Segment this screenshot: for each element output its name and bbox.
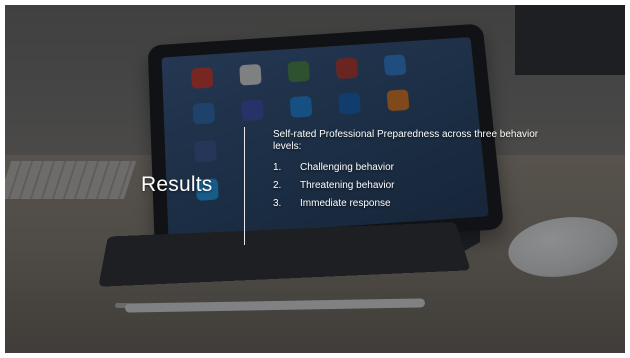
behavior-list: 1. Challenging behavior 2. Threatening b…	[273, 162, 563, 210]
list-item-label: Threatening behavior	[300, 180, 395, 191]
list-item-number: 2.	[273, 180, 282, 191]
list-item-label: Challenging behavior	[300, 162, 394, 173]
list-item-number: 1.	[273, 162, 282, 173]
list-item-number: 3.	[273, 198, 282, 209]
slide-title: Results	[141, 173, 213, 196]
title-divider	[244, 127, 245, 245]
intro-text: Self-rated Professional Preparedness acr…	[273, 129, 539, 152]
presentation-slide: Results Self-rated Professional Prepared…	[5, 5, 625, 353]
list-item: 3. Immediate response	[273, 198, 563, 210]
slide-content: Self-rated Professional Preparedness acr…	[273, 129, 563, 216]
list-item-label: Immediate response	[300, 198, 391, 209]
list-item: 2. Threatening behavior	[273, 180, 563, 192]
list-item: 1. Challenging behavior	[273, 162, 563, 174]
